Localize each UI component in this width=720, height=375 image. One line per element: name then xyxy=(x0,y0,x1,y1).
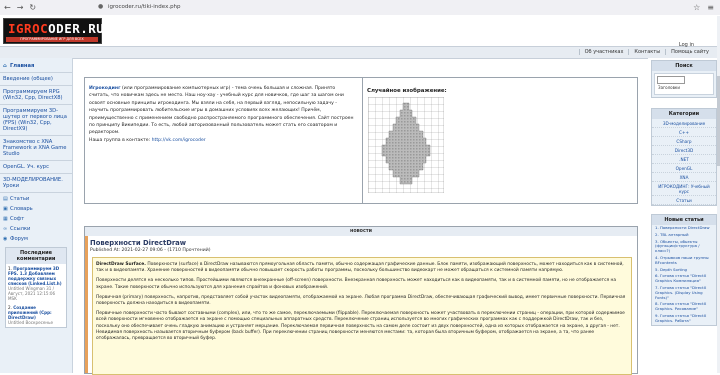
forward-arrow-icon[interactable]: → xyxy=(17,3,24,12)
category-item[interactable]: ИГРОКОДИНГ: Учебный курс xyxy=(652,182,716,196)
random-image-panel: Случайное изображение: xyxy=(362,78,637,203)
intro-panel: Игрокодинг (или программирование компьют… xyxy=(84,77,638,204)
new-article-item[interactable]: 8. Готова статья "DirectX Graphics. Рисо… xyxy=(652,301,716,313)
divider xyxy=(0,135,72,136)
intro-text: Игрокодинг (или программирование компьют… xyxy=(89,85,357,144)
nav-about-members[interactable]: Об участниках xyxy=(578,49,629,55)
new-article-item[interactable]: 1. Поверхности DirectDraw xyxy=(652,225,716,232)
star-icon[interactable]: ☆ xyxy=(693,3,700,12)
new-article-item[interactable]: 6. Готова статья "DirectX Graphics Компи… xyxy=(652,273,716,285)
new-article-item[interactable]: 9. Готова статья "DirectX Graphics. Рабо… xyxy=(652,313,716,325)
news-article: Поверхности DirectDraw Published At: 202… xyxy=(84,236,638,375)
category-item[interactable]: CSharp xyxy=(652,137,716,146)
categories-title: Категории xyxy=(652,109,716,119)
comment-item[interactable]: 2. Создание приложений (Cpp: DirectDraw)… xyxy=(6,303,66,327)
sidebar-item-xna[interactable]: Знакомство с XNA Framework и XNA Game St… xyxy=(0,137,72,159)
category-item[interactable]: .NET xyxy=(652,155,716,164)
divider xyxy=(0,104,72,105)
sidebar-item-dictionary[interactable]: ▣ Словарь xyxy=(0,204,72,214)
sidebar-item-opengl[interactable]: OpenGL. Уч. курс xyxy=(0,162,72,172)
sidebar-item-articles[interactable]: ▤ Статьи xyxy=(0,194,72,204)
vk-link[interactable]: http://vk.com/igrocoder xyxy=(152,138,206,143)
doc-icon: ▤ xyxy=(3,195,8,202)
article-published: Published At: 2021-02-27 09:06 - (1710 П… xyxy=(90,248,211,253)
recent-comments-box: Последние комментарии 1. Программируем 3… xyxy=(5,247,67,328)
comment-item[interactable]: 1. Программируем 3D FPS. 1.3 Добавляем п… xyxy=(6,264,66,303)
category-item[interactable]: XNA xyxy=(652,173,716,182)
divider xyxy=(0,160,72,161)
new-article-item[interactable]: 7. Готова статья "DirectX Graphics. (Dis… xyxy=(652,285,716,301)
new-article-item[interactable]: 2. TBL алтарный xyxy=(652,232,716,239)
reload-icon[interactable]: ↻ xyxy=(29,3,36,12)
article-head: Поверхности DirectDraw Published At: 202… xyxy=(90,237,630,255)
divider xyxy=(0,173,72,174)
intro-description: (или программирование компьютерных игр) … xyxy=(89,86,354,136)
nav-contacts[interactable]: Контакты xyxy=(628,49,665,55)
browser-actions: ☆ ≡ xyxy=(693,3,714,12)
article-title[interactable]: Поверхности DirectDraw xyxy=(90,239,630,247)
login-link[interactable]: Log in xyxy=(679,42,694,48)
random-image[interactable] xyxy=(368,97,444,193)
sidebar-item-intro[interactable]: Введение (общее) xyxy=(0,74,72,84)
vk-prefix: Наша группа в контакте: xyxy=(89,137,151,143)
article-paragraph: DirectDraw Surface. Поверхности (surface… xyxy=(96,262,624,274)
category-item[interactable]: 3D-моделирование xyxy=(652,119,716,128)
recent-comments-title: Последние комментарии xyxy=(6,248,66,264)
sidebar-item-rpg[interactable]: Программируем RPG (Win32, Cpp, DirectX8) xyxy=(0,87,72,103)
search-option-label[interactable]: Заголовки xyxy=(658,85,680,90)
sidebar-item-links[interactable]: ∞ Ссылки xyxy=(0,224,72,234)
new-article-item[interactable]: 4. Отрывков наши группы BFcontents xyxy=(652,255,716,267)
book-icon: ▣ xyxy=(3,205,8,212)
lock-icon[interactable]: ● xyxy=(98,3,103,10)
browser-toolbar: ← → ↻ ● igrocoder.ru/tiki-index.php ☆ ≡ xyxy=(0,0,720,16)
article-paragraph: Первичные поверхности часто бывают соста… xyxy=(96,311,625,342)
category-item[interactable]: Direct3D xyxy=(652,146,716,155)
right-sidebar: Поиск Заголовки Категории 3D-моделирован… xyxy=(648,58,720,373)
browser-nav: ← → ↻ xyxy=(4,3,36,12)
article-body: DirectDraw Surface. Поверхности (surface… xyxy=(92,257,632,375)
box-icon: ▦ xyxy=(3,215,8,222)
forum-icon: ◉ xyxy=(3,235,8,242)
search-input[interactable] xyxy=(657,76,685,84)
menu-icon[interactable]: ≡ xyxy=(707,3,714,12)
sidebar-item-software[interactable]: ▦ Софт xyxy=(0,214,72,224)
logo-text: IGROCODER.RU xyxy=(8,21,105,36)
top-nav-links: Об участниках Контакты Помощь сайту xyxy=(578,49,714,55)
address-bar[interactable]: igrocoder.ru/tiki-index.php xyxy=(108,3,181,12)
article-accent-bar xyxy=(85,236,88,373)
logo-tagline: ПРОГРАММИРОВАНИЕ ИГР ДЛЯ ВСЕХ xyxy=(6,37,98,42)
category-item[interactable]: Статьи xyxy=(652,196,716,205)
link-icon: ∞ xyxy=(3,225,8,232)
left-sidebar: ⌂ Главная Введение (общее) Программируем … xyxy=(0,58,73,373)
article-paragraph: Поверхности делятся на несколько типов. … xyxy=(96,278,617,290)
intro-brand: Игрокодинг xyxy=(89,86,121,91)
search-title: Поиск xyxy=(652,61,716,71)
divider xyxy=(0,192,72,193)
search-form: Заголовки xyxy=(654,73,714,95)
new-article-item[interactable]: 5. Depth Sorting xyxy=(652,267,716,274)
divider xyxy=(0,72,72,73)
home-icon: ⌂ xyxy=(3,62,7,69)
sidebar-item-3d-modeling[interactable]: 3D-МОДЕЛИРОВАНИЕ. Уроки xyxy=(0,175,72,191)
divider xyxy=(0,85,72,86)
sidebar-item-forum[interactable]: ◉ Форум xyxy=(0,234,72,244)
top-nav: Об участниках Контакты Помощь сайту xyxy=(0,46,720,59)
new-articles-title: Новые статьи xyxy=(652,215,716,225)
new-article-item[interactable]: 3. Обьекты, обьекты (функции/структура /… xyxy=(652,239,716,255)
nav-help-site[interactable]: Помощь сайту xyxy=(665,49,714,55)
category-item[interactable]: C++ xyxy=(652,128,716,137)
article-paragraph: Первичная (primary) поверхность, напроти… xyxy=(96,294,626,307)
back-arrow-icon[interactable]: ← xyxy=(4,3,11,12)
site-logo[interactable]: IGROCODER.RU ПРОГРАММИРОВАНИЕ ИГР ДЛЯ ВС… xyxy=(3,18,105,44)
category-item[interactable]: OpenGL xyxy=(652,164,716,173)
new-articles-box: Новые статьи 1. Поверхности DirectDraw 2… xyxy=(651,214,717,326)
categories-box: Категории 3D-моделирование C++ CSharp Di… xyxy=(651,108,717,206)
sidebar-item-home[interactable]: ⌂ Главная xyxy=(0,61,72,71)
random-image-title: Случайное изображение: xyxy=(367,88,447,94)
search-box: Поиск Заголовки xyxy=(651,60,717,98)
sidebar-item-fps[interactable]: Программируем 3D-шутер от первого лица (… xyxy=(0,106,72,134)
